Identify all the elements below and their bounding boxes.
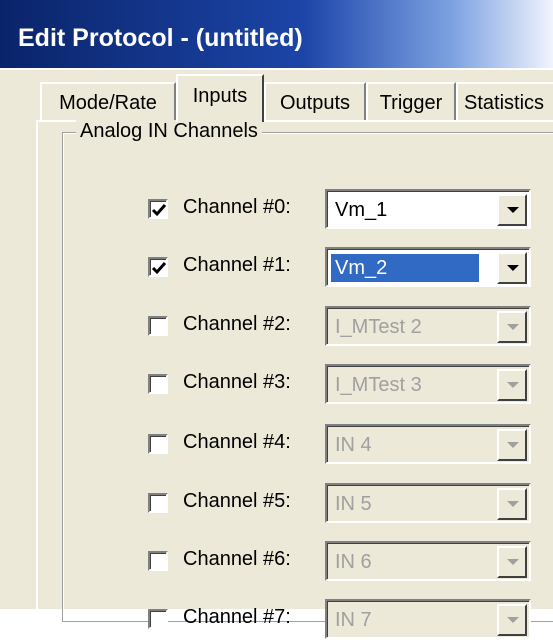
chevron-down-icon (507, 265, 519, 271)
tab-outputs[interactable]: Outputs (264, 82, 366, 120)
chevron-down-icon (507, 442, 519, 448)
checkmark-icon (151, 204, 167, 217)
title-bar[interactable]: Edit Protocol - (untitled) (0, 0, 553, 70)
channel-0-label: Channel #0: (183, 196, 291, 218)
channel-row: Channel #7: IN 7 (0, 599, 553, 643)
channel-2-select: I_MTest 2 (325, 306, 531, 346)
channel-row: Channel #6: IN 6 (0, 541, 553, 585)
channel-6-checkbox[interactable] (148, 551, 168, 571)
channel-7-select: IN 7 (325, 599, 531, 639)
channel-5-checkbox[interactable] (148, 493, 168, 513)
channel-4-select-value: IN 4 (335, 434, 372, 456)
channel-2-label: Channel #2: (183, 313, 291, 335)
channel-5-select: IN 5 (325, 483, 531, 523)
dropdown-button (497, 311, 527, 343)
chevron-down-icon (507, 617, 519, 623)
group-title: Analog IN Channels (76, 120, 262, 143)
dropdown-button[interactable] (497, 252, 527, 284)
channel-3-label: Channel #3: (183, 371, 291, 393)
channel-row: Channel #0: Vm_1 (0, 189, 553, 233)
dropdown-button (497, 429, 527, 461)
channel-5-label: Channel #5: (183, 490, 291, 512)
channel-0-select[interactable]: Vm_1 (325, 189, 531, 229)
window-title: Edit Protocol - (untitled) (18, 24, 303, 52)
channel-row: Channel #4: IN 4 (0, 424, 553, 468)
channel-1-select[interactable]: Vm_2 (325, 247, 531, 287)
channel-1-checkbox[interactable] (148, 257, 168, 277)
dropdown-button (497, 369, 527, 401)
checkmark-icon (151, 262, 167, 275)
dropdown-button (497, 546, 527, 578)
tab-statistics[interactable]: Statistics (456, 82, 553, 120)
tab-inputs[interactable]: Inputs (176, 74, 264, 122)
channel-3-select-value: I_MTest 3 (335, 374, 422, 396)
channel-4-label: Channel #4: (183, 431, 291, 453)
channel-row: Channel #1: Vm_2 (0, 247, 553, 291)
tab-strip: Mode/Rate Inputs Outputs Trigger Statist… (0, 70, 553, 124)
channel-3-checkbox[interactable] (148, 374, 168, 394)
channel-4-select: IN 4 (325, 424, 531, 464)
channel-0-checkbox[interactable] (148, 199, 168, 219)
chevron-down-icon (507, 207, 519, 213)
chevron-down-icon (507, 382, 519, 388)
chevron-down-icon (507, 324, 519, 330)
chevron-down-icon (507, 559, 519, 565)
channel-7-select-value: IN 7 (335, 609, 372, 631)
channel-5-select-value: IN 5 (335, 493, 372, 515)
channel-3-select: I_MTest 3 (325, 364, 531, 404)
dropdown-button (497, 488, 527, 520)
channel-row: Channel #3: I_MTest 3 (0, 364, 553, 408)
dropdown-button[interactable] (497, 194, 527, 226)
channel-2-checkbox[interactable] (148, 316, 168, 336)
edit-protocol-window: Edit Protocol - (untitled) Mode/Rate Inp… (0, 0, 553, 639)
channel-1-label: Channel #1: (183, 254, 291, 276)
channel-0-select-value: Vm_1 (335, 199, 388, 221)
channel-6-select: IN 6 (325, 541, 531, 581)
tab-mode-rate[interactable]: Mode/Rate (40, 82, 176, 120)
tab-trigger[interactable]: Trigger (366, 82, 456, 120)
channel-7-checkbox[interactable] (148, 609, 168, 629)
channel-4-checkbox[interactable] (148, 434, 168, 454)
channel-6-select-value: IN 6 (335, 551, 372, 573)
channel-row: Channel #5: IN 5 (0, 483, 553, 527)
channel-1-select-value: Vm_2 (331, 254, 479, 282)
channel-6-label: Channel #6: (183, 548, 291, 570)
channel-7-label: Channel #7: (183, 606, 291, 628)
chevron-down-icon (507, 501, 519, 507)
channel-2-select-value: I_MTest 2 (335, 316, 422, 338)
channel-row: Channel #2: I_MTest 2 (0, 306, 553, 350)
